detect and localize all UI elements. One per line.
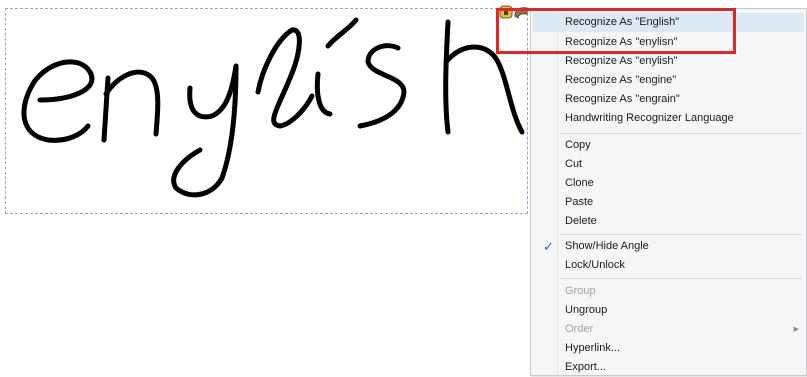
- menu-item-label: Handwriting Recognizer Language: [565, 112, 734, 124]
- menu-item-handwriting-language[interactable]: Handwriting Recognizer Language: [533, 109, 804, 128]
- menu-item-label: Recognize As "engrain": [565, 93, 680, 105]
- ink-stroke-y: [171, 63, 239, 198]
- menu-item-delete[interactable]: Delete: [533, 212, 804, 231]
- menu-separator: [561, 278, 802, 279]
- menu-item-label: Order: [565, 323, 594, 335]
- menu-item-recognize-engrain[interactable]: Recognize As "engrain": [533, 90, 804, 109]
- context-menu: Recognize As "English" Recognize As "eny…: [530, 8, 807, 376]
- menu-item-label: Recognize As "enylish": [565, 55, 678, 67]
- ink-stroke-i: [314, 71, 333, 117]
- menu-item-label: Delete: [565, 215, 597, 227]
- menu-item-export[interactable]: Export...: [533, 358, 804, 377]
- menu-item-recognize-enylish[interactable]: Recognize As "enylish": [533, 52, 804, 71]
- highlight-annotation-box: [496, 8, 736, 54]
- menu-item-cut[interactable]: Cut: [533, 155, 804, 174]
- menu-item-show-hide-angle[interactable]: ✓ Show/Hide Angle: [533, 237, 804, 256]
- menu-item-label: Paste: [565, 196, 594, 208]
- menu-item-clone[interactable]: Clone: [533, 174, 804, 193]
- menu-separator: [561, 133, 802, 134]
- menu-item-label: Group: [565, 285, 596, 297]
- menu-item-label: Lock/Unlock: [565, 259, 625, 271]
- menu-item-label: Clone: [565, 177, 594, 189]
- menu-item-label: Hyperlink...: [565, 342, 621, 354]
- menu-item-label: Show/Hide Angle: [565, 240, 649, 252]
- ink-stroke-l: [255, 27, 315, 129]
- menu-item-lock-unlock[interactable]: Lock/Unlock: [533, 256, 804, 275]
- ink-dot-i: [325, 17, 359, 49]
- menu-item-label: Copy: [565, 139, 591, 151]
- ink-stroke-s: [357, 43, 407, 129]
- menu-item-paste[interactable]: Paste: [533, 193, 804, 212]
- menu-item-label: Recognize As "engine": [565, 74, 677, 86]
- menu-item-copy[interactable]: Copy: [533, 136, 804, 155]
- menu-item-group: Group: [533, 282, 804, 301]
- menu-item-hyperlink[interactable]: Hyperlink...: [533, 339, 804, 358]
- check-icon: ✓: [543, 239, 554, 254]
- menu-item-order: Order ▶: [533, 320, 804, 339]
- menu-item-ungroup[interactable]: Ungroup: [533, 301, 804, 320]
- menu-item-label: Ungroup: [565, 304, 608, 316]
- ink-stroke-n: [101, 69, 161, 143]
- menu-item-label: Export...: [565, 361, 606, 373]
- submenu-arrow-icon: ▶: [793, 326, 799, 333]
- ink-stroke-e: [21, 59, 95, 143]
- menu-separator: [561, 234, 802, 235]
- menu-item-label: Cut: [565, 158, 583, 170]
- menu-item-recognize-engine[interactable]: Recognize As "engine": [533, 71, 804, 90]
